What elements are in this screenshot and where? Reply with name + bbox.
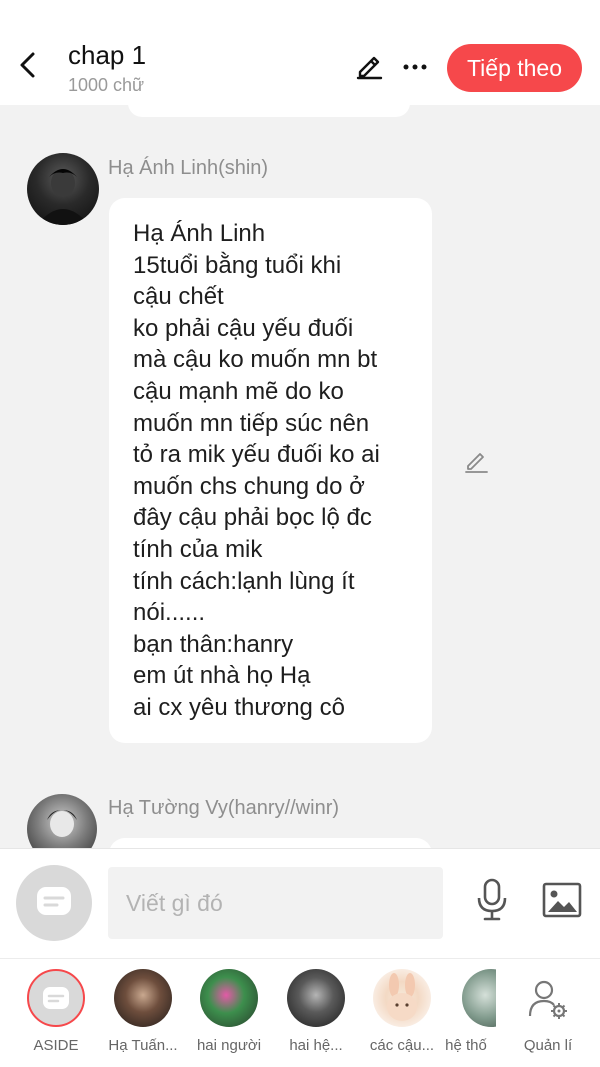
sender-name: Hạ Ánh Linh(shin) [108, 157, 269, 179]
voice-button[interactable] [472, 878, 512, 927]
message-line: cậu mạnh mẽ do ko [133, 377, 344, 405]
avatar[interactable] [27, 794, 97, 848]
avatar [200, 969, 258, 1027]
avatar [114, 969, 172, 1027]
chapter-title: chap 1 [68, 40, 147, 70]
back-button[interactable] [12, 50, 42, 84]
image-icon [542, 882, 582, 923]
message-line: tính của mik [133, 535, 263, 563]
message-line: muốn chs chung do ở [133, 472, 365, 500]
message-line: nói...... [133, 599, 206, 627]
manage-characters-button[interactable]: Quản lí [508, 969, 588, 1054]
character-item[interactable]: Hạ Tuấn... [103, 969, 183, 1054]
character-label: Hạ Tuấn... [108, 1037, 178, 1054]
character-bar: ASIDE Hạ Tuấn... hai người hai hệ... các… [0, 958, 600, 1067]
sender-name: Hạ Tường Vy(hanry//winr) [108, 797, 340, 819]
previous-message-bubble [128, 105, 410, 117]
message-line: muốn mn tiếp súc nên [133, 409, 370, 437]
message-line: tính cách:lạnh lùng ít [133, 567, 355, 595]
message-line: Hạ Ánh Linh [133, 220, 266, 247]
aside-chat-icon [27, 969, 85, 1027]
aside-toggle-button[interactable] [16, 865, 92, 941]
pencil-icon [354, 50, 384, 85]
top-bar: chap 1 1000 chữ Tiếp theo [0, 0, 600, 105]
input-bar [0, 848, 600, 958]
message-line: tỏ ra mik yếu đuối ko ai [133, 441, 380, 469]
avatar [373, 969, 431, 1027]
message-line: em út nhà họ Hạ [133, 662, 311, 690]
avatar [287, 969, 345, 1027]
message-line: cậu chết [133, 283, 224, 311]
character-item[interactable]: các cậu... [362, 969, 442, 1054]
more-options-button[interactable] [400, 52, 430, 82]
chat-area[interactable]: Hạ Ánh Linh(shin) Hạ Ánh Linh 15tuổi bằn… [0, 105, 600, 848]
next-button[interactable]: Tiếp theo [447, 44, 582, 92]
message-line: đây cậu phải bọc lộ đc [133, 504, 372, 532]
message-line: 15tuổi bằng tuổi khi [133, 251, 342, 279]
character-item[interactable]: hai hệ... [276, 969, 356, 1054]
message-bubble[interactable] [109, 838, 432, 848]
message-line: ko phải cậu yếu đuối [133, 314, 354, 342]
chevron-left-icon [18, 51, 36, 84]
avatar [462, 969, 496, 1027]
pencil-icon [463, 448, 489, 479]
edit-chapter-button[interactable] [352, 50, 386, 84]
message-line: ai cx yêu thương cô [133, 693, 345, 721]
word-count: 1000 chữ [68, 75, 145, 95]
message-line: bạn thân:hanry [133, 630, 294, 658]
character-label: hai hệ... [289, 1037, 343, 1054]
microphone-icon [475, 878, 509, 927]
character-aside[interactable]: ASIDE [16, 969, 96, 1054]
character-label: hệ thố [445, 1037, 487, 1054]
character-item[interactable]: hệ thố [436, 969, 496, 1054]
character-label: ASIDE [33, 1037, 79, 1054]
aside-chat-icon [36, 886, 72, 921]
user-settings-icon [519, 969, 577, 1027]
character-label: các cậu... [369, 1037, 435, 1054]
edit-message-button[interactable] [461, 448, 491, 478]
image-upload-button[interactable] [540, 882, 584, 922]
message-line: mà cậu ko muốn mn bt [133, 346, 378, 374]
more-dots-icon [403, 58, 427, 76]
character-label: Quản lí [523, 1037, 573, 1054]
message-input[interactable] [108, 867, 443, 939]
character-item[interactable]: hai người [189, 969, 269, 1054]
character-label: hai người [196, 1037, 262, 1054]
message-bubble[interactable]: Hạ Ánh Linh 15tuổi bằng tuổi khi cậu chế… [109, 198, 432, 743]
avatar[interactable] [27, 153, 99, 225]
